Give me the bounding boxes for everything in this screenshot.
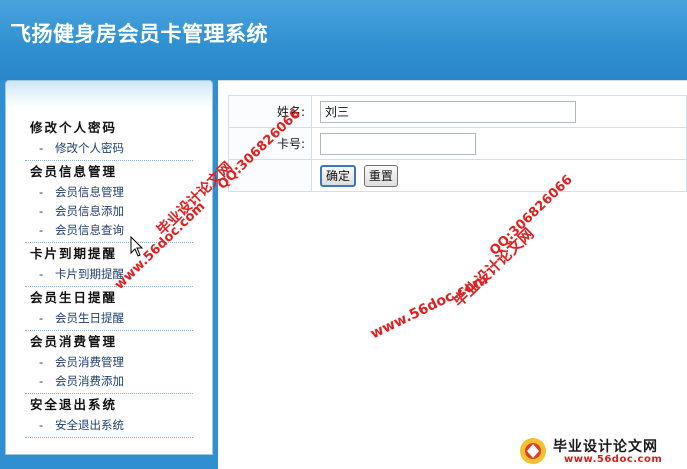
menu-group-member-info: 会员信息管理 - 会员信息管理 - 会员信息添加 - 会员信息查询 bbox=[25, 161, 193, 243]
logo-title: 毕业设计论文网 bbox=[553, 439, 658, 455]
menu-item-card-expiry[interactable]: - 卡片到期提醒 bbox=[25, 265, 193, 284]
menu-item-logout[interactable]: - 安全退出系统 bbox=[25, 416, 193, 435]
submit-button[interactable]: 确定 bbox=[320, 164, 357, 187]
menu-item-change-password[interactable]: - 修改个人密码 bbox=[25, 139, 193, 158]
name-input[interactable] bbox=[320, 100, 576, 123]
form-row-actions: 确定 重置 bbox=[228, 159, 687, 192]
app-header: 飞扬健身房会员卡管理系统 bbox=[0, 0, 687, 80]
content-frame: 姓名: 卡号: 确定 重置 bbox=[218, 80, 687, 469]
menu-item-member-query[interactable]: - 会员信息查询 bbox=[25, 221, 193, 240]
card-number-input[interactable] bbox=[320, 132, 476, 155]
menu-group-title: 修改个人密码 bbox=[30, 120, 118, 135]
menu-group-password: 修改个人密码 - 修改个人密码 bbox=[25, 117, 193, 161]
menu-group-title: 会员生日提醒 bbox=[30, 290, 118, 305]
sidebar-menu: 修改个人密码 - 修改个人密码 会员信息管理 - 会员信息管理 - 会员信息添加 -会… bbox=[5, 80, 213, 455]
name-label: 姓名: bbox=[228, 95, 312, 128]
app-title: 飞扬健身房会员卡管理系统 bbox=[10, 22, 268, 46]
menu-group-birthday: 会员生日提醒 - 会员生日提醒 bbox=[25, 287, 193, 331]
menu-group-title: 会员信息管理 bbox=[30, 164, 118, 179]
menu-item-birthday-reminder[interactable]: - 会员生日提醒 bbox=[25, 309, 193, 328]
menu-group-title: 安全退出系统 bbox=[30, 397, 118, 412]
menu-group-title: 会员消费管理 bbox=[30, 334, 118, 349]
form-row-name: 姓名: bbox=[228, 95, 687, 128]
logo-url: www.56doc.com bbox=[564, 454, 663, 465]
menu-group-consumption: 会员消费管理 - 会员消费管理 - 会员消费添加 bbox=[25, 331, 193, 394]
menu-group-title: 卡片到期提醒 bbox=[30, 246, 118, 261]
mouse-cursor-icon bbox=[130, 236, 144, 257]
form-row-card: 卡号: bbox=[228, 127, 687, 160]
menu-item-member-add[interactable]: - 会员信息添加 bbox=[25, 202, 193, 221]
menu-item-member-manage[interactable]: - 会员信息管理 bbox=[25, 183, 193, 202]
query-form: 姓名: 卡号: 确定 重置 bbox=[228, 95, 687, 192]
menu-item-consumption-manage[interactable]: - 会员消费管理 bbox=[25, 353, 193, 372]
card-label: 卡号: bbox=[228, 127, 312, 160]
logo-icon bbox=[520, 438, 546, 464]
site-logo: 毕业设计论文网 www.56doc.com bbox=[518, 434, 686, 468]
menu-group-card-expiry: 卡片到期提醒 - 卡片到期提醒 bbox=[25, 243, 193, 287]
reset-button[interactable]: 重置 bbox=[363, 164, 398, 187]
menu-group-logout: 安全退出系统 - 安全退出系统 bbox=[25, 394, 193, 438]
menu-item-consumption-add[interactable]: - 会员消费添加 bbox=[25, 372, 193, 391]
